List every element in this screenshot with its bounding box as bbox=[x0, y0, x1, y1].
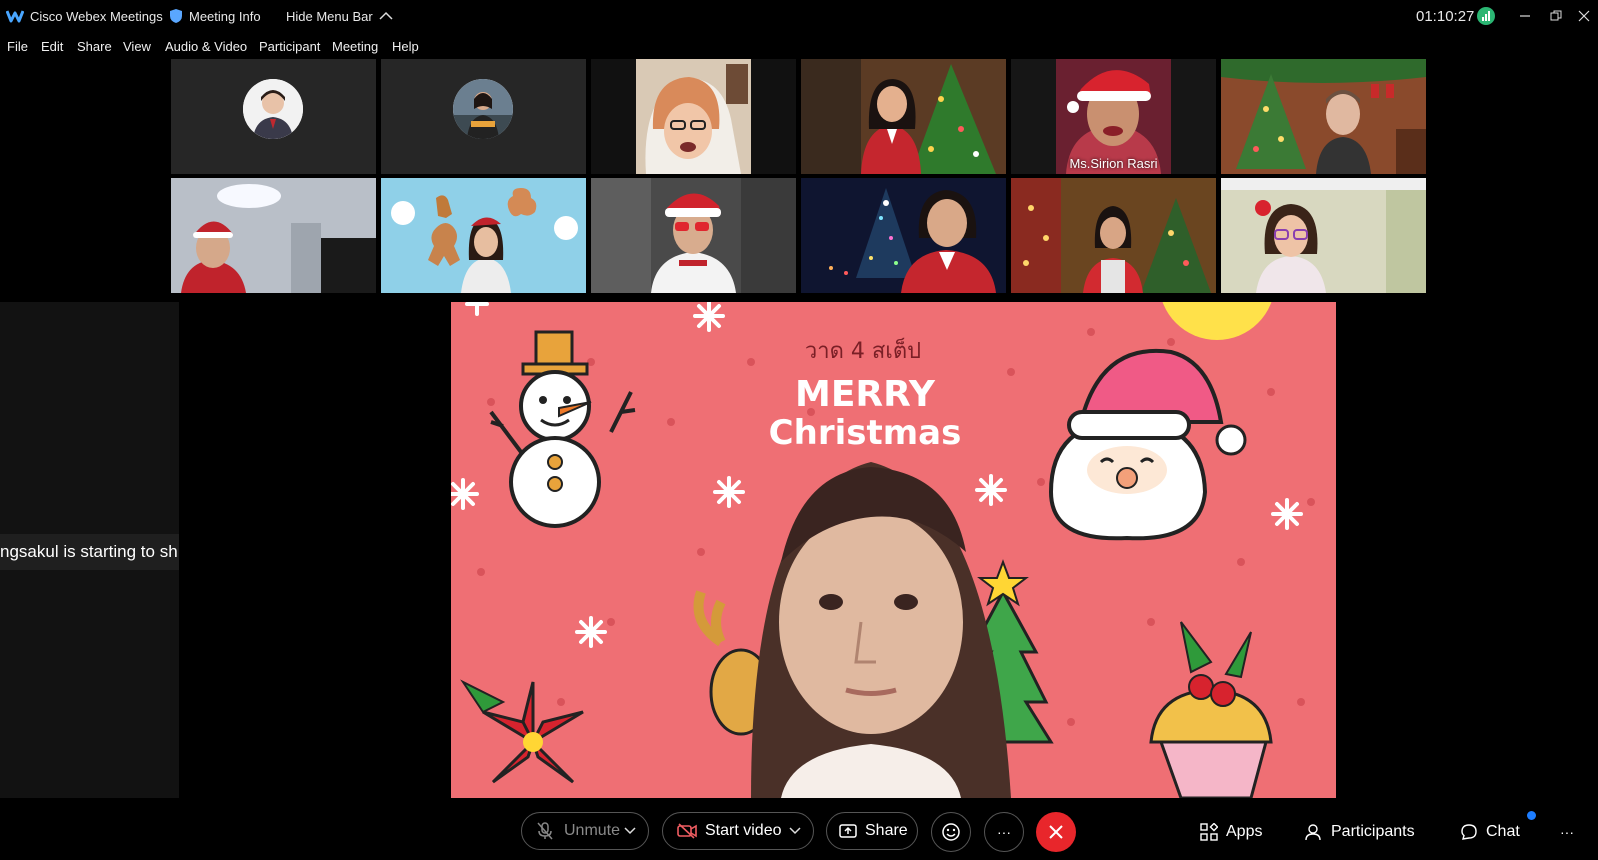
chevron-down-icon bbox=[624, 827, 636, 835]
share-button[interactable]: Share bbox=[826, 812, 918, 850]
menu-edit[interactable]: Edit bbox=[41, 34, 63, 58]
avatar bbox=[243, 79, 303, 139]
start-video-label: Start video bbox=[705, 822, 782, 839]
menu-view[interactable]: View bbox=[123, 34, 151, 58]
menu-file[interactable]: File bbox=[7, 34, 28, 58]
close-window-button[interactable] bbox=[1578, 0, 1590, 32]
title-bar: Cisco Webex Meetings Meeting Info Hide M… bbox=[0, 0, 1598, 32]
network-status-icon[interactable] bbox=[1477, 0, 1495, 32]
chevron-down-icon bbox=[789, 827, 801, 835]
hide-menu-bar-button[interactable]: Hide Menu Bar bbox=[286, 0, 393, 32]
participant-tile[interactable] bbox=[171, 178, 376, 293]
apps-icon bbox=[1200, 823, 1218, 841]
restore-icon bbox=[1550, 10, 1562, 21]
meeting-info-button[interactable]: Meeting Info bbox=[170, 0, 261, 32]
more-options-button[interactable]: ··· bbox=[984, 812, 1024, 852]
active-speaker-name: Ms.Sirion Rasri bbox=[1069, 156, 1158, 171]
participant-tile[interactable] bbox=[381, 59, 586, 174]
hide-menu-bar-label: Hide Menu Bar bbox=[286, 8, 373, 24]
webex-logo-icon bbox=[6, 10, 24, 23]
apps-label: Apps bbox=[1226, 823, 1263, 840]
chat-unread-badge bbox=[1527, 811, 1536, 820]
share-notification-text: ngsakul is starting to sh bbox=[0, 542, 178, 561]
thai-caption-text: วาด 4 สเต็ป bbox=[805, 336, 921, 364]
shared-christmas-background: วาด 4 สเต็ป MERRY Christmas bbox=[451, 302, 1336, 798]
overflow-menu-button[interactable]: ··· bbox=[1560, 814, 1574, 850]
participant-video bbox=[1011, 178, 1216, 293]
participant-video bbox=[171, 178, 376, 293]
chat-label: Chat bbox=[1486, 823, 1520, 840]
app-title: Cisco Webex Meetings bbox=[6, 0, 163, 32]
share-label: Share bbox=[865, 822, 908, 839]
reactions-button[interactable] bbox=[931, 812, 971, 852]
participant-tile[interactable] bbox=[591, 178, 796, 293]
menu-audio-video[interactable]: Audio & Video bbox=[165, 34, 247, 58]
apps-button[interactable]: Apps bbox=[1200, 814, 1262, 850]
menu-bar: File Edit Share View Audio & Video Parti… bbox=[0, 34, 1598, 58]
avatar bbox=[453, 79, 513, 139]
unmute-button[interactable]: Unmute bbox=[521, 812, 649, 850]
close-icon bbox=[1049, 825, 1063, 839]
participant-video bbox=[636, 59, 751, 174]
main-video-stage: วาด 4 สเต็ป MERRY Christmas bbox=[451, 302, 1336, 798]
overflow-menu-label: ··· bbox=[1560, 824, 1574, 840]
participant-tile[interactable] bbox=[171, 59, 376, 174]
participant-tile[interactable] bbox=[381, 178, 586, 293]
chevron-up-icon bbox=[379, 11, 393, 20]
chat-icon bbox=[1461, 824, 1477, 840]
participant-video bbox=[801, 59, 1006, 174]
participant-video bbox=[1221, 178, 1426, 293]
minimize-button[interactable] bbox=[1519, 0, 1531, 32]
start-video-button[interactable]: Start video bbox=[662, 812, 814, 850]
participants-label: Participants bbox=[1331, 823, 1415, 840]
minimize-icon bbox=[1520, 15, 1530, 17]
menu-meeting[interactable]: Meeting bbox=[332, 34, 378, 58]
more-options-label: ··· bbox=[997, 824, 1011, 840]
share-screen-icon bbox=[839, 824, 857, 838]
participant-tile[interactable] bbox=[1221, 178, 1426, 293]
menu-help[interactable]: Help bbox=[392, 34, 419, 58]
participant-video bbox=[801, 178, 1006, 293]
participants-button[interactable]: Participants bbox=[1305, 814, 1415, 850]
end-meeting-button[interactable] bbox=[1036, 812, 1076, 852]
microphone-muted-icon bbox=[537, 822, 553, 840]
menu-participant[interactable]: Participant bbox=[259, 34, 320, 58]
close-icon bbox=[1578, 10, 1590, 22]
chat-button[interactable]: Chat bbox=[1460, 814, 1520, 850]
christmas-text: Christmas bbox=[769, 413, 962, 453]
participant-video bbox=[1221, 59, 1426, 174]
meeting-info-label: Meeting Info bbox=[189, 8, 261, 24]
shield-icon bbox=[170, 9, 182, 23]
participants-icon bbox=[1305, 824, 1321, 841]
menu-share[interactable]: Share bbox=[77, 34, 112, 58]
participant-tile[interactable] bbox=[801, 178, 1006, 293]
camera-off-icon bbox=[677, 823, 697, 839]
participant-tile[interactable] bbox=[591, 59, 796, 174]
participant-tile[interactable] bbox=[1221, 59, 1426, 174]
emoji-icon bbox=[942, 823, 960, 841]
meeting-timer: 01:10:27 bbox=[1416, 7, 1475, 25]
participant-video bbox=[381, 178, 586, 293]
participant-tile-active-speaker[interactable]: Ms.Sirion Rasri bbox=[1011, 59, 1216, 174]
participant-tile[interactable] bbox=[801, 59, 1006, 174]
participant-tile[interactable] bbox=[1011, 178, 1216, 293]
merry-text: MERRY bbox=[795, 374, 936, 415]
app-name: Cisco Webex Meetings bbox=[30, 8, 163, 24]
share-notification: ngsakul is starting to sh bbox=[0, 534, 179, 570]
participant-video bbox=[591, 178, 796, 293]
restore-button[interactable] bbox=[1550, 0, 1562, 32]
unmute-label: Unmute bbox=[564, 822, 621, 839]
